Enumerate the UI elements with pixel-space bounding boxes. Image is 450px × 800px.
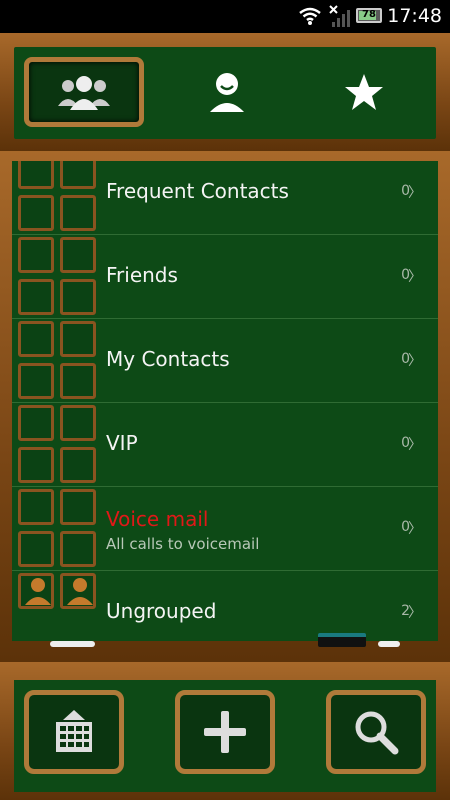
group-name: My Contacts (106, 347, 230, 371)
person-icon (210, 73, 244, 112)
tab-favorites[interactable] (304, 57, 424, 127)
wifi-icon (299, 7, 321, 25)
groups-icon (58, 76, 110, 110)
group-photo-grid (18, 161, 102, 233)
group-row-friends[interactable]: Friends 0 〉 (12, 235, 438, 319)
tab-bar (14, 47, 436, 139)
status-bar: 78 17:48 (0, 0, 450, 33)
chalk-piece (50, 641, 95, 647)
add-icon (204, 711, 246, 753)
group-name: Friends (106, 263, 178, 287)
group-row-voice-mail[interactable]: Voice mail All calls to voicemail 0 〉 (12, 487, 438, 571)
group-photo-grid (18, 573, 102, 641)
group-list-frame: Frequent Contacts 0 〉 Friends 0 〉 My Con… (0, 151, 450, 662)
chevron-right-icon: 〉 (408, 353, 422, 369)
star-icon (345, 74, 383, 110)
group-row-frequent-contacts[interactable]: Frequent Contacts 0 〉 (12, 161, 438, 235)
chevron-right-icon: 〉 (408, 437, 422, 453)
tab-groups[interactable] (24, 57, 144, 127)
group-photo-grid (18, 237, 102, 317)
group-subtitle: All calls to voicemail (106, 535, 260, 553)
eraser (318, 633, 366, 647)
grid-icon (56, 710, 92, 752)
add-contact-button[interactable] (175, 690, 275, 774)
group-photo-grid (18, 405, 102, 485)
chalk-piece (378, 641, 400, 647)
search-icon (355, 711, 399, 755)
status-time: 17:48 (387, 5, 442, 27)
search-button[interactable] (326, 690, 426, 774)
group-list: Frequent Contacts 0 〉 Friends 0 〉 My Con… (12, 161, 438, 641)
chevron-right-icon: 〉 (408, 605, 422, 621)
dialpad-button[interactable] (24, 690, 124, 774)
tab-bar-frame (0, 33, 450, 151)
tab-contact[interactable] (167, 57, 287, 127)
chevron-right-icon: 〉 (408, 185, 422, 201)
group-name: Ungrouped (106, 599, 217, 623)
chevron-right-icon: 〉 (408, 269, 422, 285)
contact-avatar-icon (25, 578, 51, 605)
group-name: Frequent Contacts (106, 179, 289, 203)
action-bar-frame (0, 662, 450, 800)
signal-icon (329, 5, 350, 27)
group-photo-grid (18, 321, 102, 401)
battery-icon: 78 (356, 8, 382, 23)
group-photo-grid (18, 489, 102, 569)
group-row-my-contacts[interactable]: My Contacts 0 〉 (12, 319, 438, 403)
action-bar (14, 680, 436, 792)
group-row-vip[interactable]: VIP 0 〉 (12, 403, 438, 487)
group-name: VIP (106, 431, 138, 455)
chevron-right-icon: 〉 (408, 521, 422, 537)
battery-level: 78 (362, 9, 376, 20)
contact-avatar-icon (67, 578, 93, 605)
group-name: Voice mail (106, 507, 209, 531)
group-row-ungrouped[interactable]: Ungrouped 2 〉 (12, 571, 438, 641)
